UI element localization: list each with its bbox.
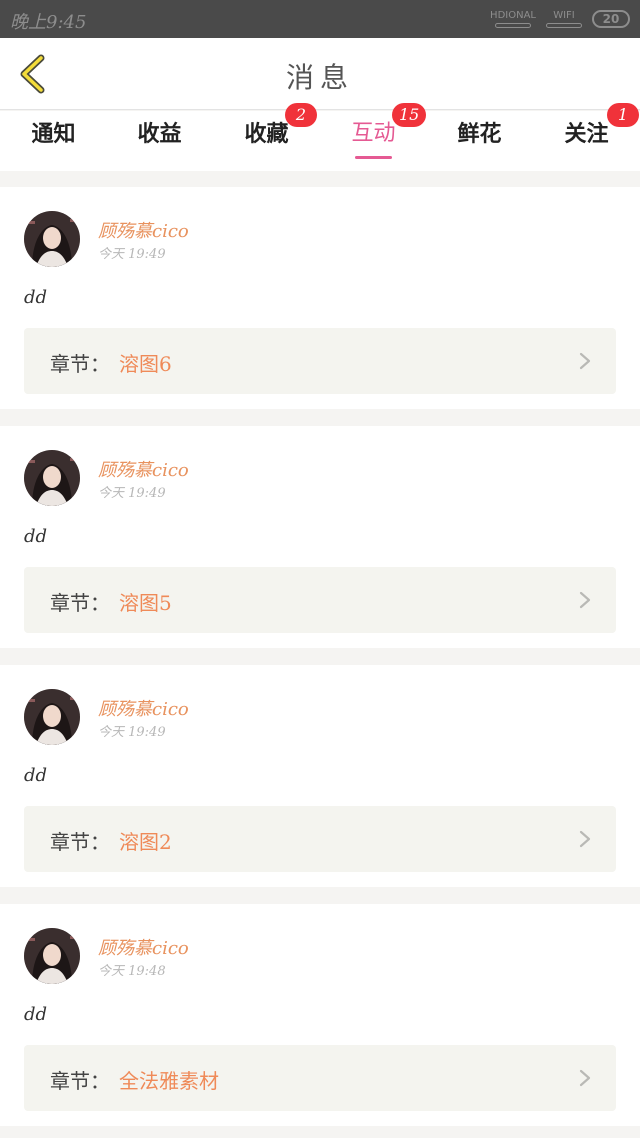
message-card: 顾殇慕cico 今天 19:49 dd 章节： 溶图5 <box>0 426 640 648</box>
timestamp: 今天 19:49 <box>98 247 166 262</box>
message-list: 顾殇慕cico 今天 19:49 dd 章节： 溶图6 顾殇慕cico 今天 1… <box>0 187 640 1138</box>
chevron-right-icon <box>579 591 591 609</box>
tab-label: 通知 <box>31 121 76 147</box>
chapter-title: 溶图2 <box>119 830 172 854</box>
wifi-icon <box>546 22 582 28</box>
chapter-link[interactable]: 章节： 溶图2 <box>24 806 616 872</box>
count-badge: 15 <box>392 103 427 127</box>
status-time: 晚上9:45 <box>10 12 87 33</box>
chapter-label: 章节： <box>50 830 110 854</box>
message-card: 顾殇慕cico 今天 19:49 dd 章节： 溶图6 <box>0 187 640 409</box>
message-text: dd <box>24 1004 48 1025</box>
chevron-right-icon <box>579 830 591 848</box>
chapter-label: 章节： <box>50 352 110 376</box>
tab-favorites[interactable]: 收藏 2 <box>213 103 320 171</box>
avatar-image <box>24 211 80 267</box>
message-text: dd <box>24 526 48 547</box>
count-badge: 2 <box>285 103 317 127</box>
chapter-title: 溶图6 <box>119 352 172 376</box>
chevron-right-icon <box>579 352 591 370</box>
user-name[interactable]: 顾殇慕cico <box>98 217 189 243</box>
chapter-link[interactable]: 章节： 溶图6 <box>24 328 616 394</box>
wifi-label: WIFI <box>553 9 575 21</box>
wifi-indicator: WIFI <box>546 9 582 28</box>
chapter-title: 全法雅素材 <box>119 1069 219 1093</box>
avatar[interactable] <box>24 450 80 506</box>
avatar[interactable] <box>24 689 80 745</box>
timestamp: 今天 19:48 <box>98 964 166 979</box>
chapter-title: 溶图5 <box>119 591 172 615</box>
avatar-image <box>24 689 80 745</box>
message-card: 顾殇慕cico 今天 19:48 dd 章节： 全法雅素材 <box>0 904 640 1126</box>
timestamp: 今天 19:49 <box>98 486 166 501</box>
chapter-link[interactable]: 章节： 溶图5 <box>24 567 616 633</box>
tab-notifications[interactable]: 通知 <box>0 111 107 171</box>
message-text: dd <box>24 765 48 786</box>
count-badge: 1 <box>607 103 639 127</box>
tab-label: 鲜花 <box>457 121 502 147</box>
active-tab-indicator <box>355 156 392 159</box>
user-name[interactable]: 顾殇慕cico <box>98 934 189 960</box>
chapter-label: 章节： <box>50 1069 110 1093</box>
chapter-link[interactable]: 章节： 全法雅素材 <box>24 1045 616 1111</box>
tab-label: 互动 <box>351 121 396 146</box>
tab-label: 收益 <box>137 121 182 147</box>
avatar-image <box>24 928 80 984</box>
signal-icon <box>495 22 532 28</box>
battery-level: 20 <box>602 12 620 26</box>
tab-label: 收藏 <box>244 121 289 147</box>
battery-icon: 20 <box>592 10 630 28</box>
status-indicators: HDIONAL WIFI 20 <box>490 8 630 30</box>
user-name[interactable]: 顾殇慕cico <box>98 695 189 721</box>
page-title: 消息 <box>285 61 354 94</box>
avatar[interactable] <box>24 211 80 267</box>
signal-sub-label: IONAL <box>505 9 536 21</box>
tab-following[interactable]: 关注 1 <box>533 103 640 171</box>
status-bar: 晚上9:45 HDIONAL WIFI 20 <box>0 0 640 38</box>
signal-label: HD <box>490 9 506 21</box>
tab-flowers[interactable]: 鲜花 <box>426 111 533 171</box>
tab-label: 关注 <box>564 121 609 147</box>
message-card: 顾殇慕cico 今天 19:49 dd 章节： 溶图2 <box>0 665 640 887</box>
message-text: dd <box>24 287 48 308</box>
chapter-label: 章节： <box>50 591 110 615</box>
tab-interactions[interactable]: 互动 15 <box>320 103 427 171</box>
avatar-image <box>24 450 80 506</box>
avatar[interactable] <box>24 928 80 984</box>
signal-indicator: HDIONAL <box>490 9 536 28</box>
nav-bar: 消息 <box>0 38 640 110</box>
user-name[interactable]: 顾殇慕cico <box>98 456 189 482</box>
timestamp: 今天 19:49 <box>98 725 166 740</box>
tab-earnings[interactable]: 收益 <box>106 111 213 171</box>
tab-bar: 通知 收益 收藏 2 互动 15 鲜花 关注 1 <box>0 103 640 171</box>
chevron-right-icon <box>579 1069 591 1087</box>
